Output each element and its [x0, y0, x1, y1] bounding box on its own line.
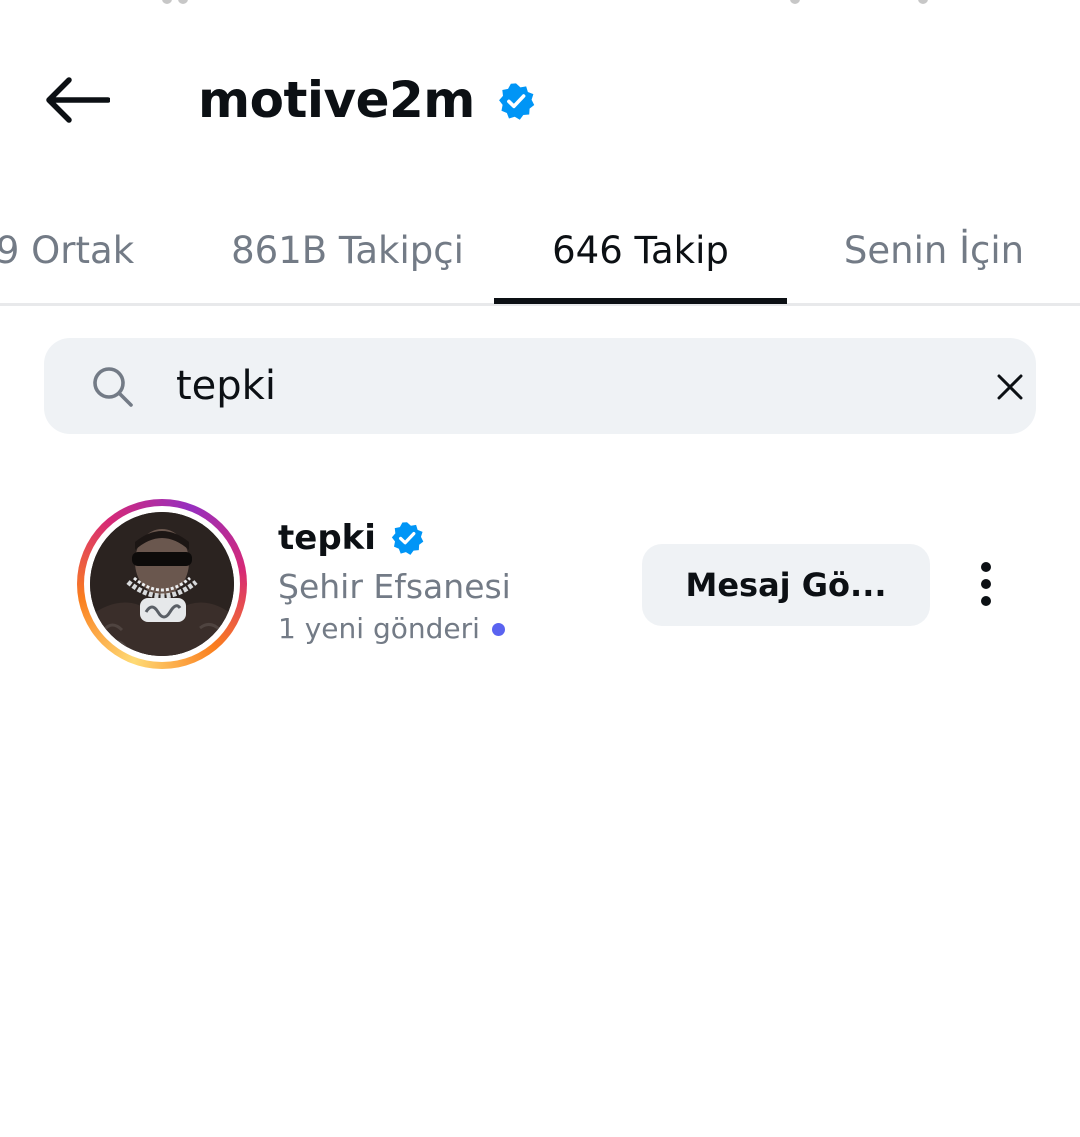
user-info: tepki Şehir Efsanesi 1 yeni gönderi [278, 516, 618, 648]
tab-for-you[interactable]: Senin İçin [800, 198, 1068, 303]
unread-dot [491, 622, 505, 636]
search-icon [90, 364, 136, 410]
tab-mutual[interactable]: 9 Ortak [0, 198, 140, 303]
tab-following[interactable]: 646 Takip [494, 198, 787, 303]
search-bar [44, 338, 1036, 434]
active-tab-indicator [494, 298, 787, 304]
more-vertical-icon [981, 562, 991, 606]
back-button[interactable] [40, 74, 114, 126]
search-input[interactable] [176, 352, 936, 420]
close-icon [997, 374, 1023, 400]
full-name: Şehir Efsanesi [278, 567, 511, 606]
new-post-text: 1 yeni gönderi [278, 612, 480, 645]
arrow-left-icon [46, 77, 110, 123]
status-icon [918, 0, 928, 4]
story-ring[interactable] [77, 499, 247, 669]
avatar-image [90, 512, 234, 656]
message-button[interactable]: Mesaj Gö... [642, 544, 930, 626]
avatar-frame [84, 506, 240, 662]
username-line: tepki [278, 516, 618, 560]
avatar [90, 512, 234, 656]
profile-title: motive2m [198, 60, 535, 140]
more-options-button[interactable] [966, 552, 1006, 616]
verified-badge-icon [497, 82, 535, 120]
new-post-indicator: 1 yeni gönderi [278, 610, 618, 648]
username[interactable]: tepki [278, 518, 376, 558]
verified-badge-icon [390, 521, 424, 555]
follow-tabs: 9 Ortak 861B Takipçi 646 Takip Senin İçi… [0, 198, 1080, 306]
status-icon [790, 0, 800, 4]
status-bar [0, 0, 1080, 6]
following-screen: motive2m 9 Ortak 861B Takipçi 646 Takip … [0, 0, 1080, 1137]
status-icon [178, 0, 188, 4]
clear-search-button[interactable] [994, 371, 1026, 403]
header: motive2m [0, 60, 1080, 140]
page-title: motive2m [198, 71, 475, 129]
tab-followers[interactable]: 861B Takipçi [200, 198, 495, 303]
list-item[interactable]: tepki Şehir Efsanesi 1 yeni gönderi Mesa… [0, 492, 1080, 676]
status-icon [162, 0, 172, 4]
